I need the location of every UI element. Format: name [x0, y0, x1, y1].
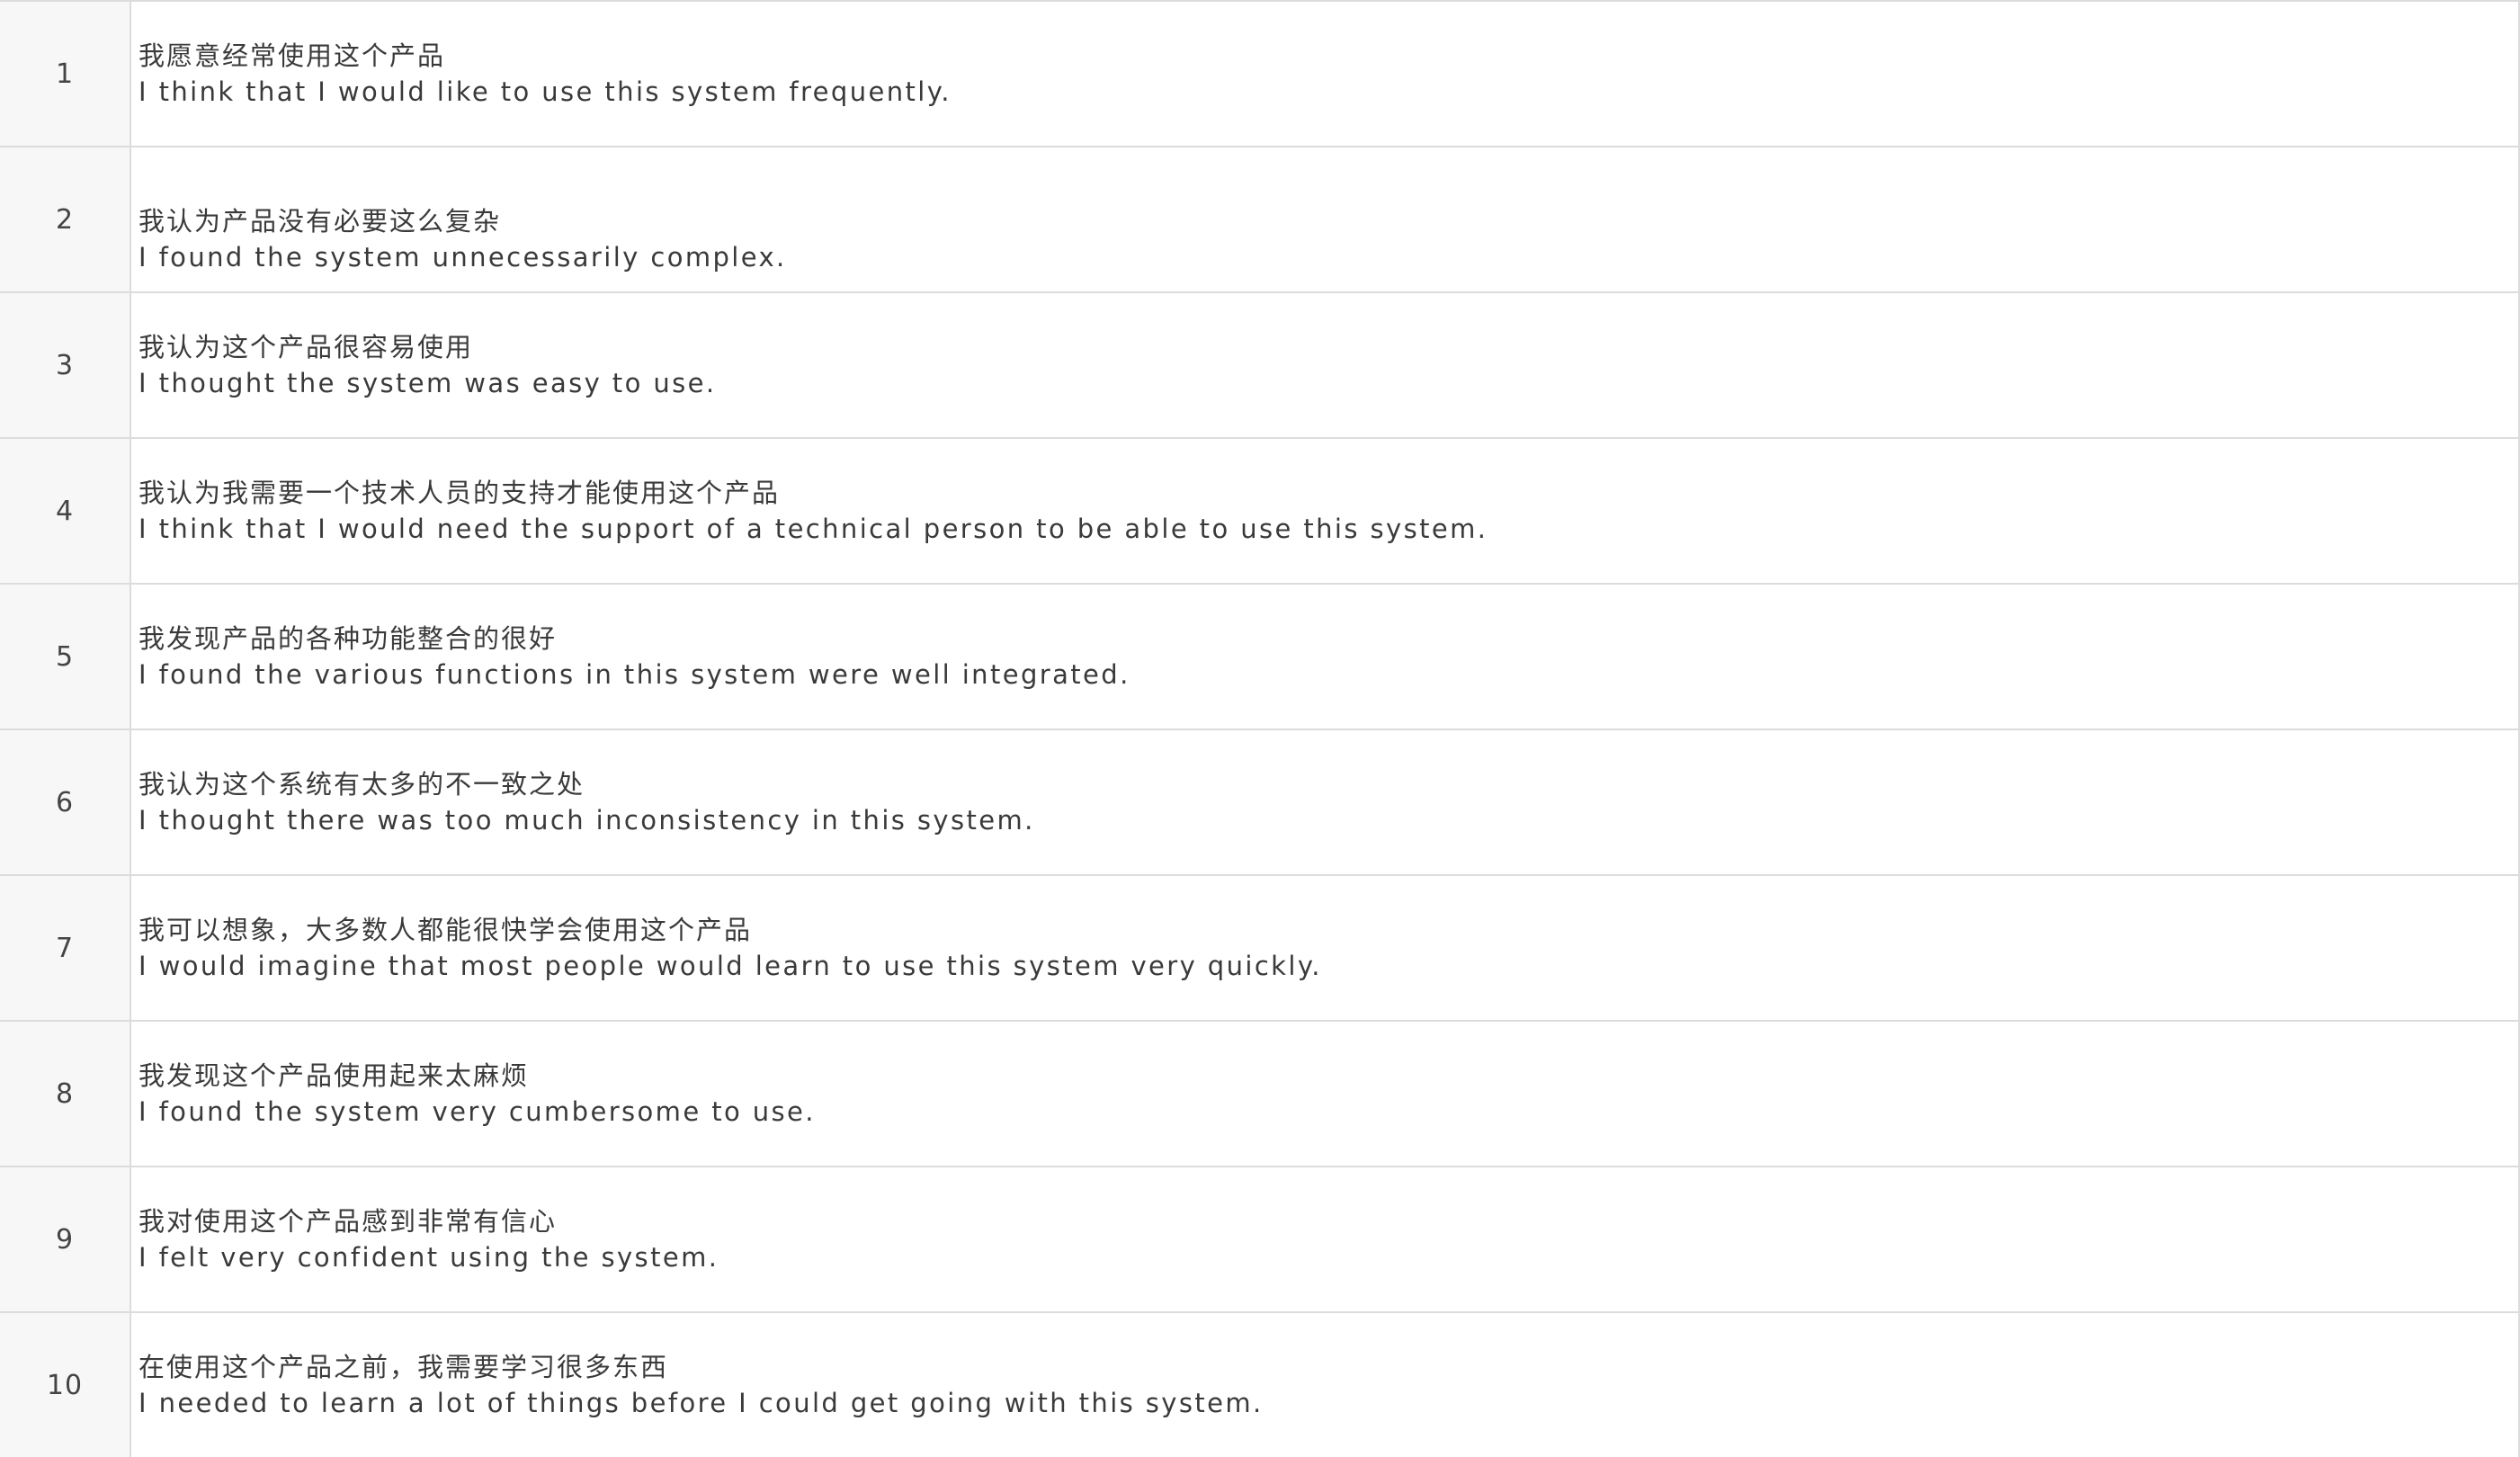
row-number: 5 [0, 585, 131, 728]
table-row: 8 我发现这个产品使用起来太麻烦 I found the system very… [0, 1022, 2520, 1167]
question-cell[interactable]: 我认为我需要一个技术人员的支持才能使用这个产品 I think that I w… [131, 439, 2520, 583]
question-cell[interactable]: 在使用这个产品之前，我需要学习很多东西 I needed to learn a … [131, 1313, 2520, 1457]
row-number: 1 [0, 2, 131, 146]
question-chinese: 我认为产品没有必要这么复杂 [139, 206, 502, 237]
row-number: 4 [0, 439, 131, 583]
question-english: I thought the system was easy to use. [139, 368, 717, 398]
table-row: 9 我对使用这个产品感到非常有信心 I felt very confident … [0, 1167, 2520, 1313]
question-cell[interactable]: 我愿意经常使用这个产品 I think that I would like to… [131, 2, 2520, 146]
question-chinese: 我可以想象，大多数人都能很快学会使用这个产品 [139, 915, 753, 945]
question-cell[interactable]: 我对使用这个产品感到非常有信心 I felt very confident us… [131, 1167, 2520, 1311]
table-row: 4 我认为我需要一个技术人员的支持才能使用这个产品 I think that I… [0, 439, 2520, 585]
row-number: 6 [0, 730, 131, 874]
question-cell[interactable]: 我可以想象，大多数人都能很快学会使用这个产品 I would imagine t… [131, 876, 2520, 1020]
question-chinese: 我认为这个产品很容易使用 [139, 332, 474, 362]
question-english: I needed to learn a lot of things before… [139, 1388, 1264, 1418]
questionnaire-table: 1 我愿意经常使用这个产品 I think that I would like … [0, 0, 2520, 1457]
question-english: I found the system unnecessarily complex… [139, 242, 787, 273]
table-row: 6 我认为这个系统有太多的不一致之处 I thought there was t… [0, 730, 2520, 876]
row-number: 2 [0, 147, 131, 291]
question-chinese: 我认为我需要一个技术人员的支持才能使用这个产品 [139, 478, 781, 508]
question-chinese: 我愿意经常使用这个产品 [139, 40, 446, 71]
table-row: 1 我愿意经常使用这个产品 I think that I would like … [0, 2, 2520, 147]
question-chinese: 我对使用这个产品感到非常有信心 [139, 1206, 558, 1237]
question-chinese: 我认为这个系统有太多的不一致之处 [139, 769, 585, 800]
question-cell[interactable]: 我发现产品的各种功能整合的很好 I found the various func… [131, 585, 2520, 728]
question-english: I felt very confident using the system. [139, 1242, 719, 1273]
question-english: I found the system very cumbersome to us… [139, 1096, 816, 1127]
question-chinese: 我发现这个产品使用起来太麻烦 [139, 1060, 530, 1091]
question-english: I would imagine that most people would l… [139, 951, 1322, 981]
row-number: 7 [0, 876, 131, 1020]
row-number: 10 [0, 1313, 131, 1457]
question-english: I think that I would like to use this sy… [139, 76, 952, 107]
table-row: 5 我发现产品的各种功能整合的很好 I found the various fu… [0, 585, 2520, 730]
question-chinese: 在使用这个产品之前，我需要学习很多东西 [139, 1352, 669, 1382]
table-row: 7 我可以想象，大多数人都能很快学会使用这个产品 I would imagine… [0, 876, 2520, 1022]
question-chinese: 我发现产品的各种功能整合的很好 [139, 623, 558, 654]
question-cell[interactable]: 我认为这个系统有太多的不一致之处 I thought there was too… [131, 730, 2520, 874]
table-row: 10 在使用这个产品之前，我需要学习很多东西 I needed to learn… [0, 1313, 2520, 1457]
question-cell[interactable]: 我认为这个产品很容易使用 I thought the system was ea… [131, 293, 2520, 437]
table-row: 2 我认为产品没有必要这么复杂 I found the system unnec… [0, 147, 2520, 293]
question-cell[interactable]: 我认为产品没有必要这么复杂 I found the system unneces… [131, 147, 2520, 291]
row-number: 9 [0, 1167, 131, 1311]
question-english: I found the various functions in this sy… [139, 659, 1130, 690]
table-row: 3 我认为这个产品很容易使用 I thought the system was … [0, 293, 2520, 439]
question-english: I thought there was too much inconsisten… [139, 805, 1035, 836]
row-number: 3 [0, 293, 131, 437]
question-cell[interactable]: 我发现这个产品使用起来太麻烦 I found the system very c… [131, 1022, 2520, 1166]
question-english: I think that I would need the support of… [139, 514, 1488, 544]
row-number: 8 [0, 1022, 131, 1166]
